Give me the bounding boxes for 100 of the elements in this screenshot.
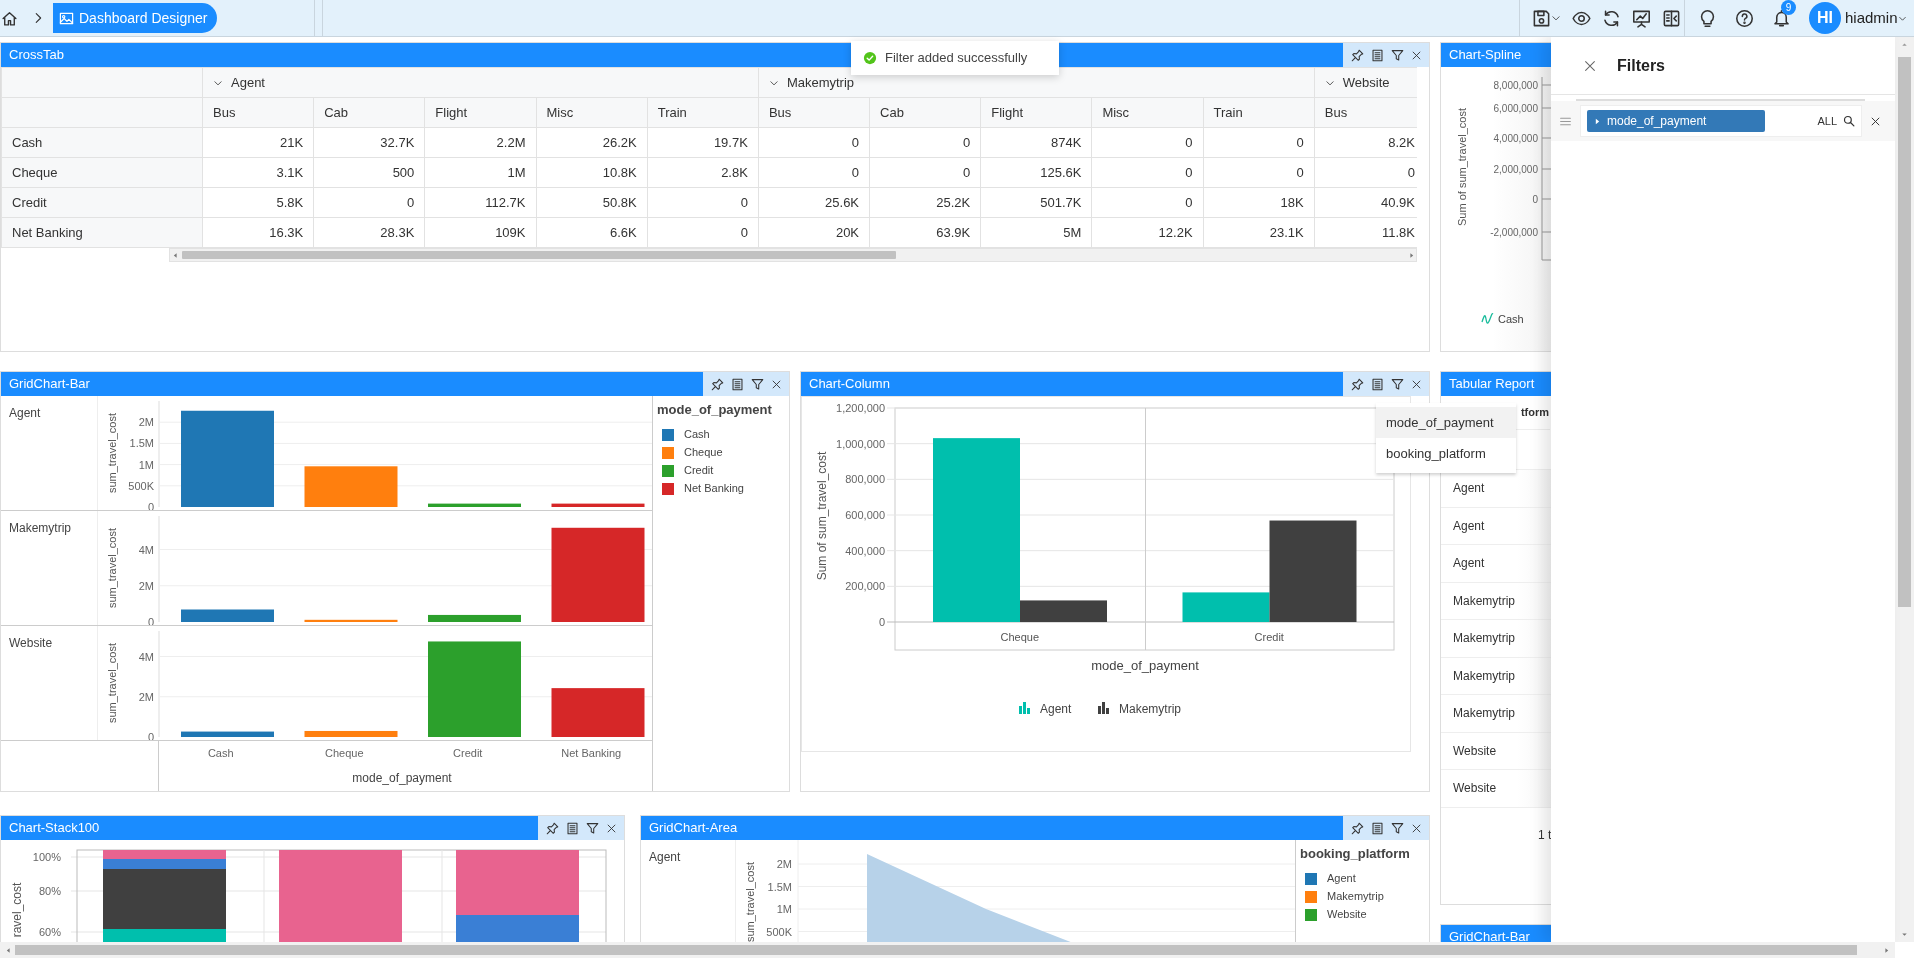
- group-header: Agent: [231, 73, 265, 92]
- filter-icon[interactable]: [1390, 48, 1404, 62]
- tick-label: 2M: [138, 690, 154, 703]
- column-header: tform: [1520, 405, 1549, 421]
- tick-label: 1.5M: [767, 880, 792, 893]
- close-icon[interactable]: [1583, 58, 1597, 73]
- group-header: Website: [1342, 73, 1390, 92]
- tick-label: 4,000,000: [1493, 133, 1538, 144]
- filter-icon[interactable]: [1390, 821, 1404, 835]
- bar-chart-icon: [1098, 702, 1109, 714]
- close-icon[interactable]: [1410, 822, 1422, 834]
- tick-label: 2M: [138, 416, 154, 429]
- legend-label: Cash: [1498, 313, 1524, 325]
- panel-title: GridChart-Bar: [1, 372, 703, 396]
- table-cell: 500: [313, 157, 425, 188]
- filter-icon[interactable]: [585, 821, 599, 835]
- check-icon: [863, 51, 877, 65]
- table-cell: 0: [1091, 127, 1204, 158]
- menu-item[interactable]: mode_of_payment: [1376, 407, 1516, 438]
- table-cell: 0: [758, 157, 870, 188]
- close-icon[interactable]: [605, 822, 617, 834]
- arrow-right-icon[interactable]: [1882, 945, 1891, 955]
- axis-title: Sum of sum_travel_cost: [1456, 108, 1468, 226]
- menu-item[interactable]: booking_platform: [1376, 438, 1516, 469]
- tick-label: Cash: [207, 747, 234, 759]
- table-cell: 6.6K: [536, 217, 648, 248]
- pin-icon[interactable]: [1350, 48, 1364, 62]
- list-icon[interactable]: [730, 377, 744, 391]
- list-icon[interactable]: [1370, 48, 1384, 62]
- filter-icon[interactable]: [1390, 377, 1404, 391]
- column-header: Train: [647, 97, 759, 128]
- table-cell: Agent: [1441, 470, 1551, 508]
- scrollbar[interactable]: [1895, 37, 1914, 942]
- pin-icon[interactable]: [1350, 821, 1364, 835]
- table-cell: 0: [1203, 157, 1315, 188]
- legend-label: Makemytrip: [1119, 702, 1181, 716]
- close-icon[interactable]: [1870, 115, 1881, 127]
- refresh-icon[interactable]: [1602, 8, 1621, 28]
- tick-label: 80%: [38, 885, 61, 897]
- column-header: Train: [1203, 97, 1315, 128]
- lightbulb-icon[interactable]: [1698, 8, 1717, 28]
- notification-badge: 9: [1781, 0, 1796, 15]
- scrollbar[interactable]: [0, 942, 1895, 958]
- table-cell: 23.1K: [1203, 217, 1315, 248]
- list-icon[interactable]: [1370, 377, 1384, 391]
- filter-icon[interactable]: [750, 377, 764, 391]
- table-cell: 5.8K: [202, 187, 314, 218]
- panel-title: GridChart-Bar: [1441, 925, 1551, 942]
- tick-label: 200,000: [845, 580, 885, 593]
- arrow-right-icon[interactable]: [1407, 250, 1416, 260]
- list-icon[interactable]: [1370, 821, 1384, 835]
- close-icon[interactable]: [1410, 378, 1422, 390]
- column-header: Bus: [1314, 97, 1417, 128]
- pin-icon[interactable]: [545, 821, 559, 835]
- arrow-left-icon[interactable]: [171, 250, 180, 260]
- filter-chip[interactable]: mode_of_payment: [1587, 110, 1765, 132]
- table-cell: 2.2M: [424, 127, 536, 158]
- tick-label: 6,000,000: [1493, 103, 1538, 114]
- help-icon[interactable]: [1735, 8, 1754, 28]
- table-cell: Website: [1441, 770, 1551, 808]
- user-menu[interactable]: hiadmin: [1845, 6, 1907, 30]
- pin-icon[interactable]: [710, 377, 724, 391]
- close-icon[interactable]: [770, 378, 782, 390]
- tick-label: Credit: [452, 747, 483, 759]
- column-header: Cab: [313, 97, 425, 128]
- arrow-down-icon[interactable]: [1900, 930, 1909, 939]
- tick-label: 4M: [138, 543, 154, 556]
- panel-title: Filters: [1617, 55, 1665, 76]
- column-header: Flight: [424, 97, 536, 128]
- list-icon[interactable]: [565, 821, 579, 835]
- table-cell: Agent: [1441, 545, 1551, 583]
- row-header: Net Banking: [1, 217, 203, 248]
- bar-chart-icon: [1019, 702, 1030, 714]
- search-icon[interactable]: [1843, 115, 1855, 127]
- table-cell: 0: [1091, 187, 1204, 218]
- panel-icon[interactable]: [1662, 8, 1681, 28]
- arrow-left-icon[interactable]: [4, 945, 13, 955]
- column-header: Cab: [869, 97, 981, 128]
- table-cell: 20K: [758, 217, 870, 248]
- scrollbar[interactable]: [169, 248, 1417, 262]
- facet-label: Makemytrip: [1, 511, 98, 625]
- pagination-text: 1 t: [1537, 826, 1551, 844]
- column-header: Misc: [536, 97, 648, 128]
- row-header: Cheque: [1, 157, 203, 188]
- table-cell: 109K: [424, 217, 536, 248]
- axis-title: mode_of_payment: [1091, 658, 1199, 673]
- tick-label: 1,200,000: [836, 402, 885, 414]
- save-button[interactable]: [1532, 8, 1561, 28]
- table-cell: 0: [869, 157, 981, 188]
- table-cell: 501.7K: [980, 187, 1092, 218]
- panel-title: Chart-Column: [801, 372, 1343, 396]
- tick-label: 400,000: [845, 544, 885, 557]
- table-cell: 50.8K: [536, 187, 648, 218]
- close-icon[interactable]: [1410, 49, 1422, 61]
- pin-icon[interactable]: [1350, 377, 1364, 391]
- table-cell: 0: [647, 187, 759, 218]
- table-cell: 1M: [424, 157, 536, 188]
- table-cell: 25.2K: [869, 187, 981, 218]
- table-cell: 0: [758, 127, 870, 158]
- presentation-icon[interactable]: [1632, 8, 1651, 28]
